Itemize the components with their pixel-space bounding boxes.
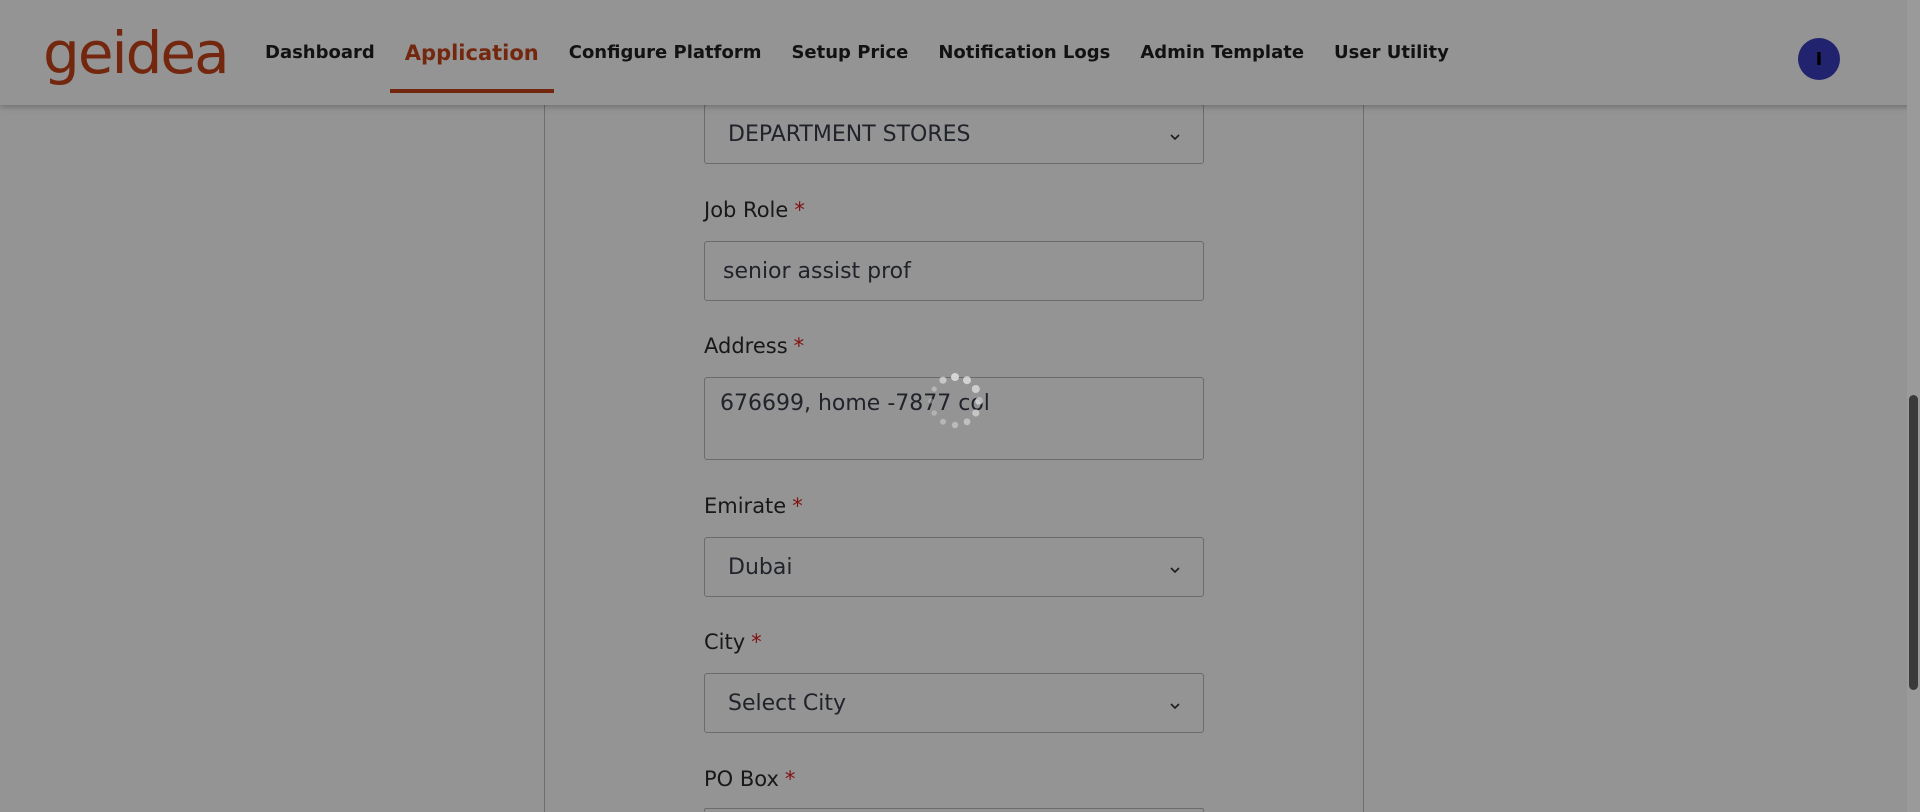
scrollbar-thumb[interactable] (1909, 395, 1918, 690)
spinner-icon (928, 373, 983, 429)
page-scrollbar[interactable] (1907, 0, 1920, 812)
